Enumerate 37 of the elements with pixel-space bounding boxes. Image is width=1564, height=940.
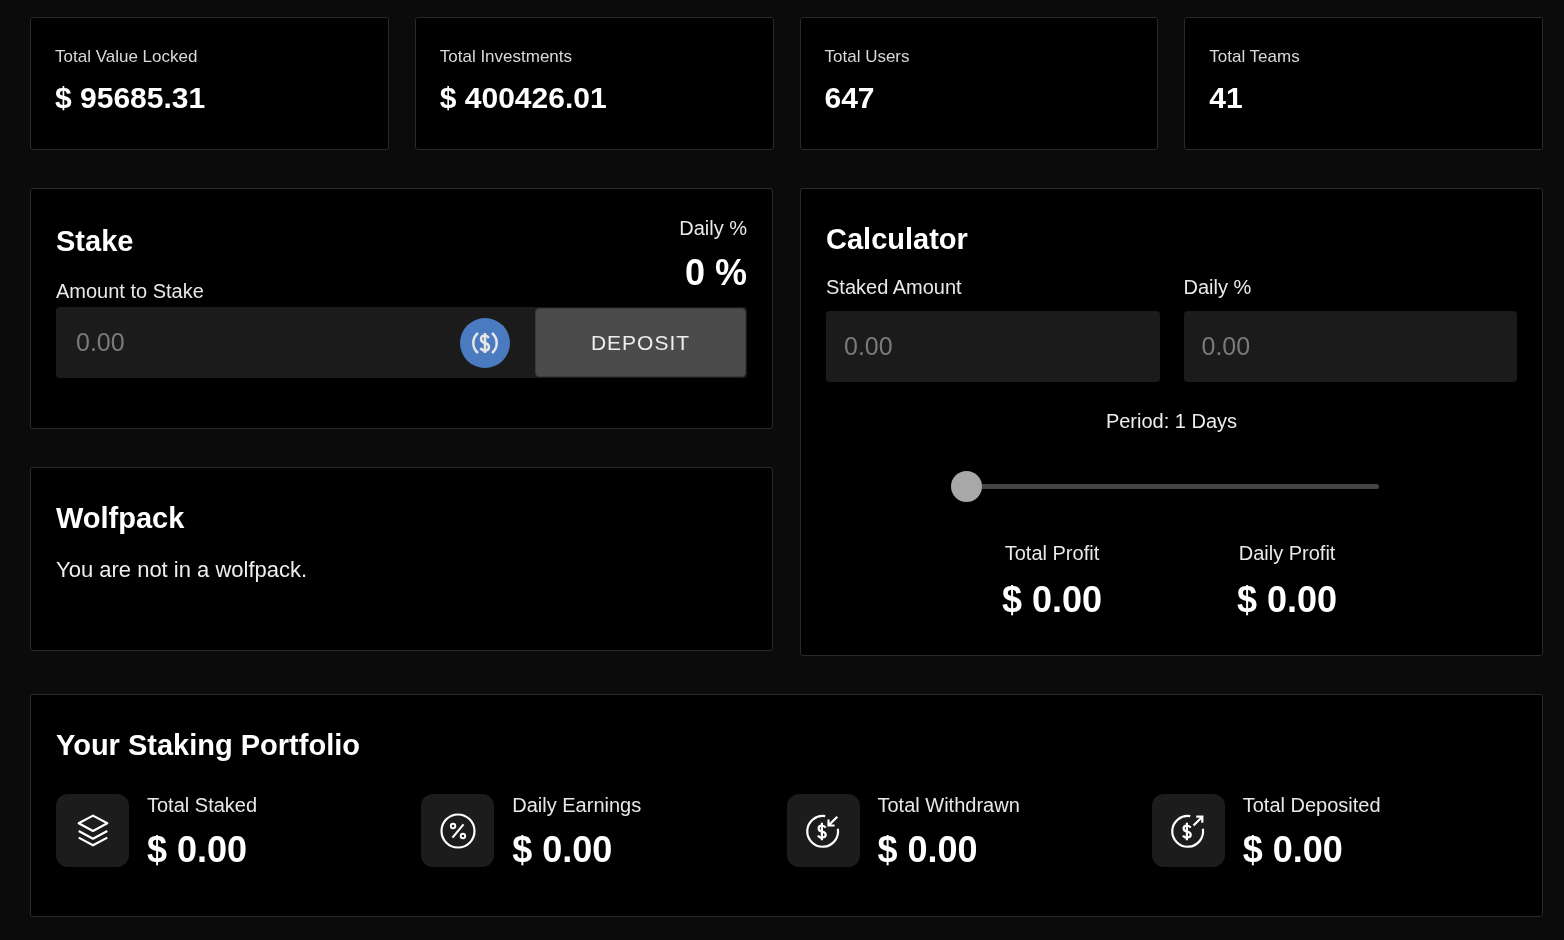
stat-value: $ 400426.01 [439,81,608,115]
coin-icon [460,317,510,368]
portfolio-label: Daily Earnings [512,794,642,817]
result-value: $ 0.00 [1237,579,1338,621]
wolfpack-message: You are not in a wolfpack. [56,557,309,583]
slider-thumb[interactable] [950,471,982,502]
stat-label: Total Value Locked [55,47,199,67]
stat-value: $ 95685.31 [55,81,207,115]
stake-title: Stake [56,225,135,258]
result-label: Daily Profit [1238,542,1336,565]
input-field[interactable]: 0.00 [1183,311,1517,382]
portfolio-label: Total Withdrawn [877,794,1020,817]
result-value: $ 0.00 [1001,579,1102,621]
portfolio-value: $ 0.00 [512,829,614,871]
daily-label: Daily % [679,217,747,240]
stat-value: 41 [1209,81,1244,115]
stat-label: Total Teams [1209,47,1301,67]
portfolio-label: Total Deposited [1242,794,1381,817]
stat-label: Total Investments [439,47,574,67]
amount-field[interactable]: 0.00 [74,327,460,358]
amount-label: Amount to Stake [56,280,204,303]
portfolio-label: Total Staked [147,794,258,817]
stat-label: Total Users [824,47,911,67]
stat-value: 647 [824,81,876,115]
portfolio-value: $ 0.00 [1242,829,1344,871]
field-label: Staked Amount [826,276,963,299]
field-label: Daily % [1183,276,1253,299]
period-label: Period: 1 Days [1105,410,1238,433]
input-field[interactable]: 0.00 [826,311,1160,382]
result-label: Total Profit [1004,542,1100,565]
portfolio-title: Your Staking Portfolio [56,729,360,761]
deposit-button[interactable]: DEPOSIT [535,308,746,377]
daily-value: 0 % [684,252,747,294]
calculator-title: Calculator [826,223,969,256]
portfolio-value: $ 0.00 [147,829,249,871]
portfolio-value: $ 0.00 [877,829,979,871]
wolfpack-title: Wolfpack [56,502,186,535]
